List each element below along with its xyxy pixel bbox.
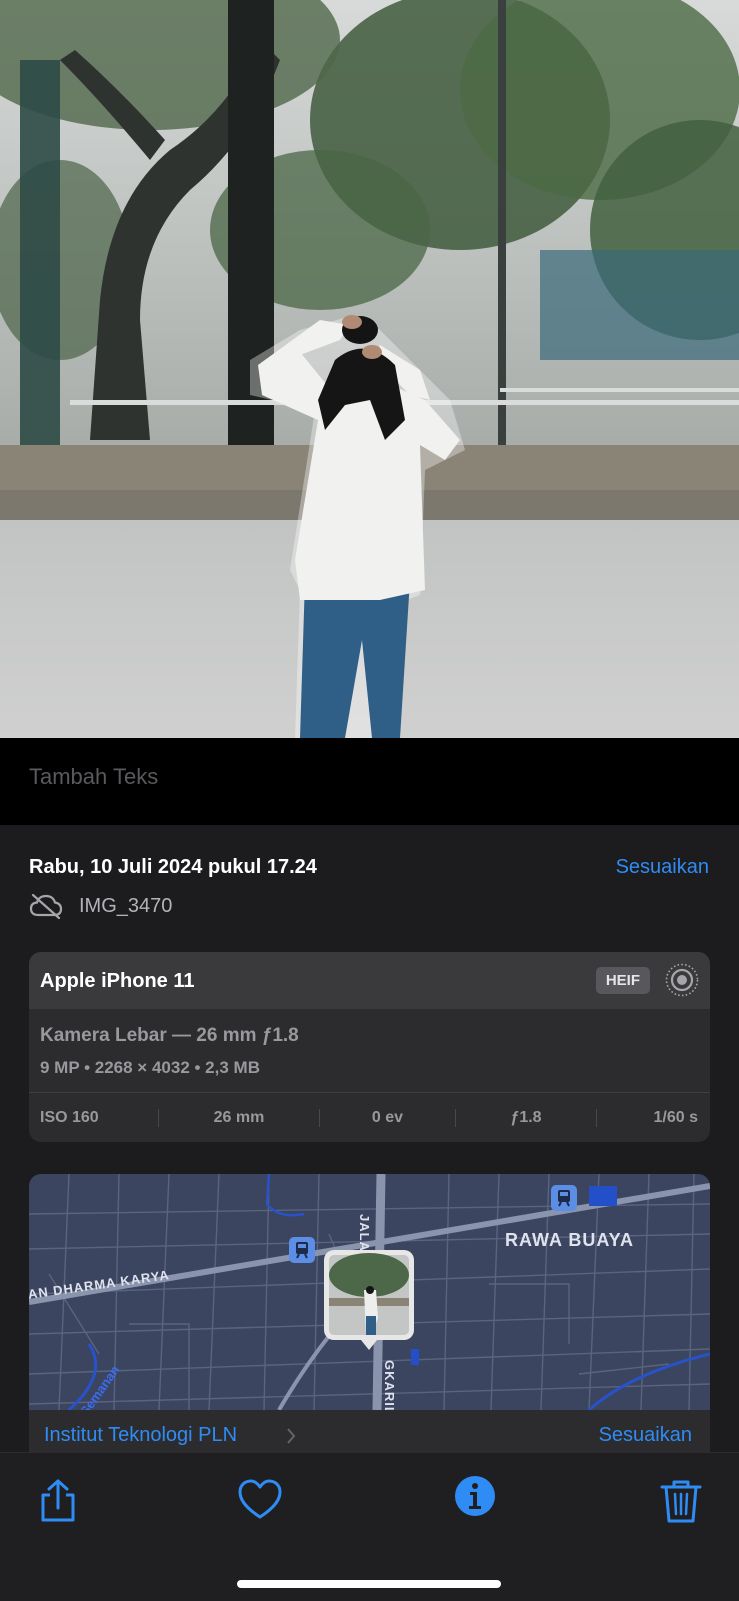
exif-iso: ISO 160 <box>40 1109 99 1126</box>
adjust-date-button[interactable]: Sesuaikan <box>616 856 709 879</box>
capture-date: Rabu, 10 Juli 2024 pukul 17.24 <box>29 856 317 878</box>
home-indicator[interactable] <box>237 1580 501 1588</box>
camera-card-header: Apple iPhone 11 HEIF <box>29 952 710 1009</box>
file-row: IMG_3470 <box>29 891 172 921</box>
adjust-location-button[interactable]: Sesuaikan <box>599 1424 692 1447</box>
photo-view[interactable] <box>0 0 739 738</box>
chevron-right-icon <box>287 1428 296 1444</box>
exif-ev: 0 ev <box>371 1109 404 1126</box>
exif-focal: 26 mm <box>213 1109 265 1126</box>
trash-icon[interactable] <box>658 1478 704 1524</box>
location-name-link[interactable]: Institut Teknologi PLN <box>44 1424 237 1447</box>
format-badge: HEIF <box>595 967 650 994</box>
image-specs: 9 MP • 2268 × 4032 • 2,3 MB <box>40 1058 260 1077</box>
map-label-jala: JALA <box>357 1214 372 1252</box>
info-icon[interactable] <box>454 1475 496 1517</box>
share-icon[interactable] <box>35 1478 81 1524</box>
camera-info-card: Apple iPhone 11 HEIF Kamera Lebar — 26 m… <box>29 952 710 1142</box>
train-station-icon[interactable] <box>289 1237 315 1263</box>
live-photo-icon[interactable] <box>664 962 700 998</box>
caption-bar[interactable]: Tambah Teks <box>0 738 739 825</box>
device-name: Apple iPhone 11 <box>40 970 195 992</box>
map-label-gkarili: GKARILI <box>382 1360 397 1410</box>
location-map[interactable]: RAWA BUAYA AN DHARMA KARYA JALA GKARILI … <box>29 1174 710 1410</box>
photo-thumbnail <box>329 1253 409 1350</box>
lens-info: Kamera Lebar — 26 mm ƒ1.8 <box>40 1025 299 1046</box>
add-caption-placeholder[interactable]: Tambah Teks <box>29 764 158 790</box>
info-sheet: Rabu, 10 Juli 2024 pukul 17.24 Sesuaikan… <box>0 825 739 1455</box>
heart-icon[interactable] <box>237 1478 283 1524</box>
photo-image <box>0 0 739 738</box>
train-station-icon[interactable] <box>551 1185 577 1211</box>
exif-shutter: 1/60 s <box>653 1109 698 1126</box>
location-row[interactable]: Institut Teknologi PLN Sesuaikan <box>29 1410 710 1455</box>
exif-aperture: ƒ1.8 <box>510 1109 542 1126</box>
bottom-toolbar <box>0 1452 739 1601</box>
map-label-rawa-buaya: RAWA BUAYA <box>505 1230 635 1250</box>
file-name: IMG_3470 <box>79 894 173 917</box>
exif-row: ISO 160 26 mm 0 ev ƒ1.8 1/60 s <box>29 1092 710 1142</box>
cloud-off-icon <box>29 893 63 919</box>
map-photo-pin[interactable] <box>324 1250 414 1350</box>
